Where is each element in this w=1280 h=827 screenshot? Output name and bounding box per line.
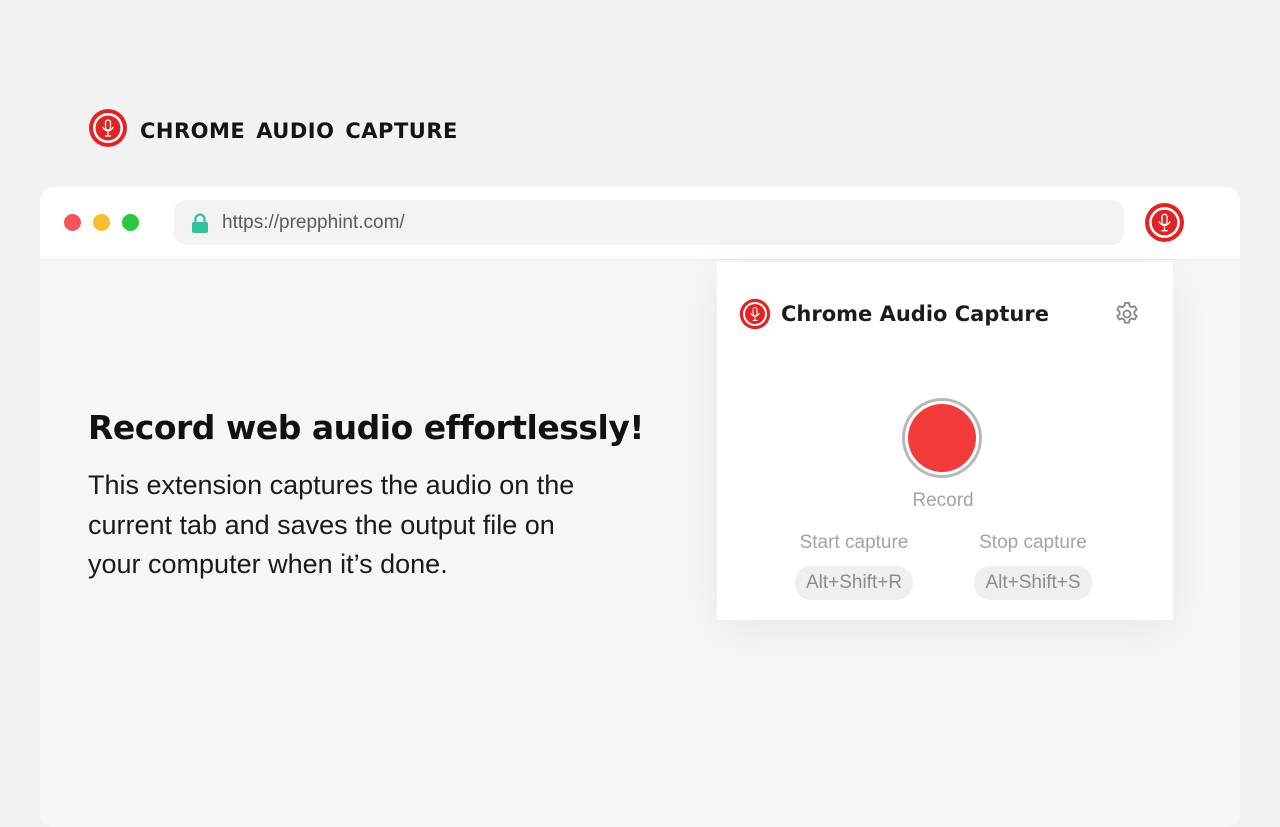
browser-window: https://prepphint.com/ Record web audio … [40,187,1240,827]
microphone-logo-icon [88,108,128,148]
hero-headline: Record web audio effortlessly! [88,408,644,447]
browser-toolbar: https://prepphint.com/ [40,187,1240,260]
lock-icon [191,212,209,233]
stop-capture-shortcut: Alt+Shift+S [974,566,1092,600]
stop-capture-label: Stop capture [979,532,1087,553]
record-dot [908,404,976,472]
extension-toolbar-button[interactable] [1144,202,1185,247]
microphone-logo-icon [1145,203,1184,242]
microphone-logo-icon [739,298,771,330]
url-text[interactable]: https://prepphint.com/ [222,212,405,234]
window-maximize-button[interactable] [122,214,139,231]
brand-title: CHROME AUDIO CAPTURE [140,110,458,146]
start-capture-label: Start capture [799,532,909,553]
start-capture-group: Start capture Alt+Shift+R [779,532,929,600]
hero-description: This extension captures the audio on the… [88,470,575,579]
gear-icon[interactable] [1113,300,1141,328]
extension-popup: Chrome Audio Capture Record Start captur… [717,262,1173,620]
window-close-button[interactable] [64,214,81,231]
start-capture-shortcut: Alt+Shift+R [794,566,914,600]
stop-capture-group: Stop capture Alt+Shift+S [958,532,1108,600]
record-label: Record [912,490,974,511]
record-button[interactable] [902,398,982,478]
brand-header: CHROME AUDIO CAPTURE [88,108,458,148]
popup-title: Chrome Audio Capture [781,302,1049,326]
popup-header: Chrome Audio Capture [739,298,1049,330]
window-minimize-button[interactable] [93,214,110,231]
page-content: Record web audio effortlessly! This exte… [40,260,1240,827]
address-bar[interactable]: https://prepphint.com/ [174,200,1124,245]
